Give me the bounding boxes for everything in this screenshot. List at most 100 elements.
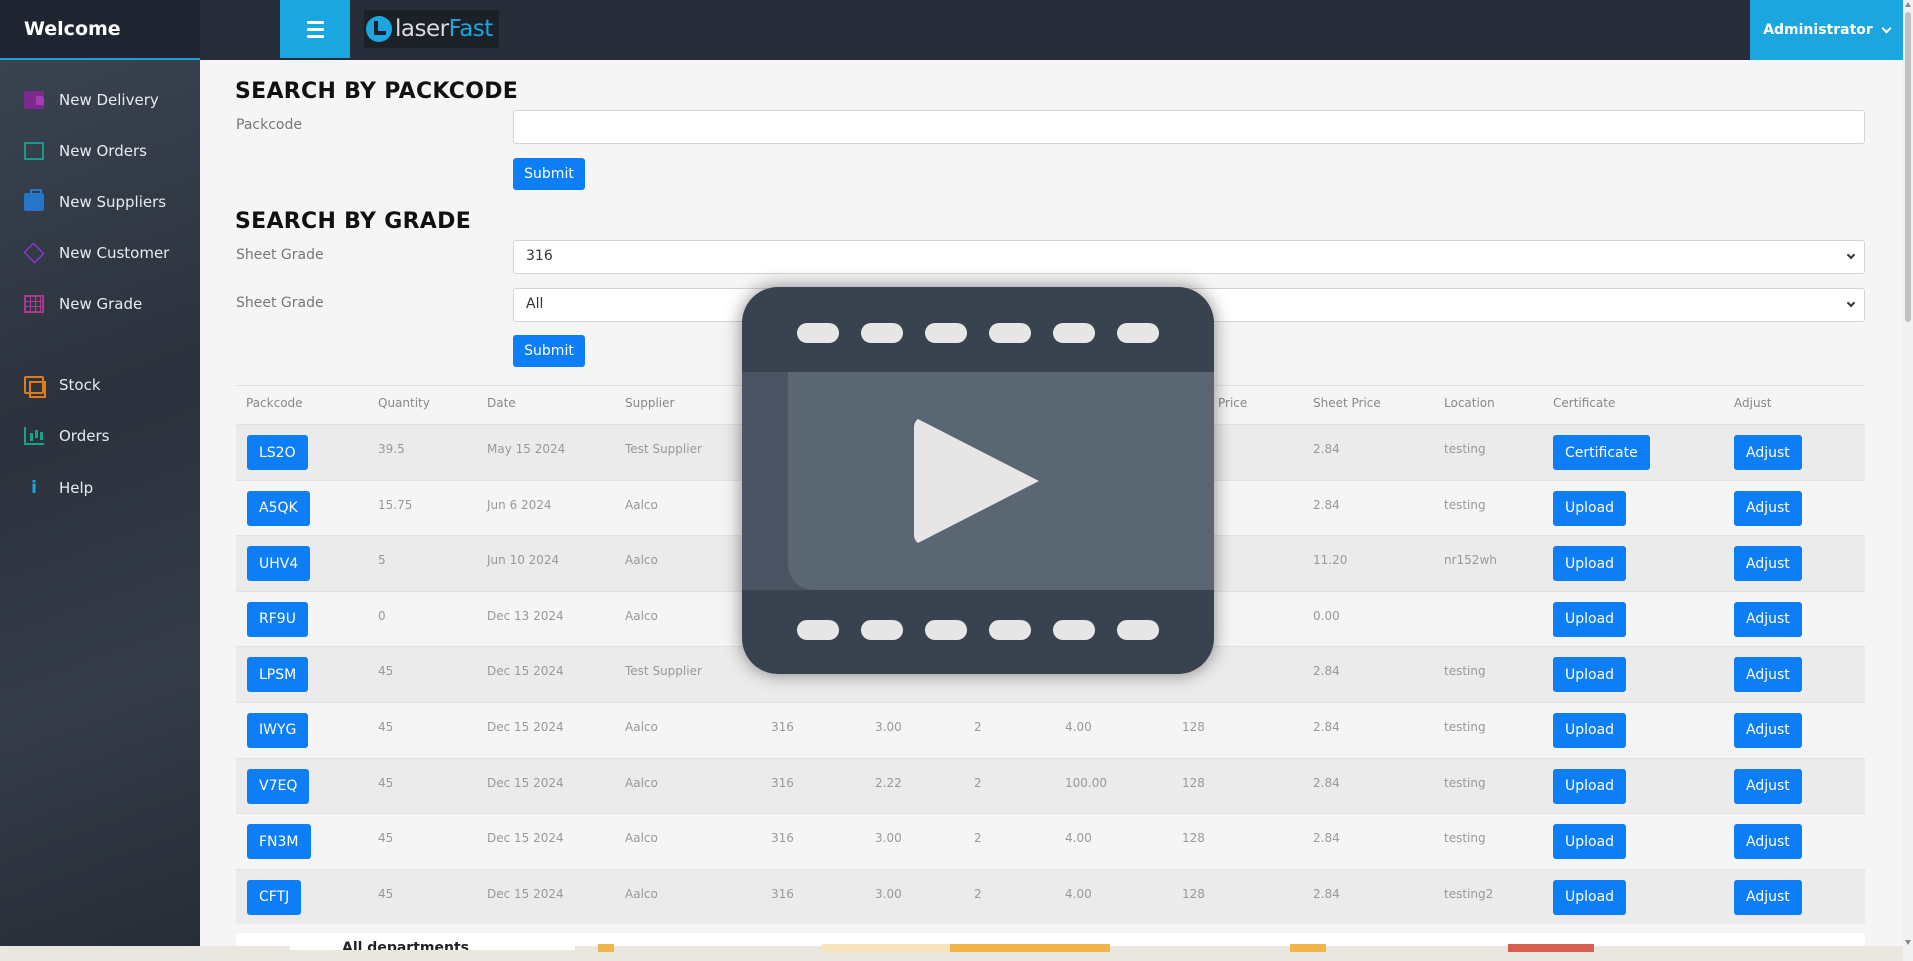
cell-quantity: 45: [378, 775, 394, 790]
app-logo[interactable]: laserFast: [364, 10, 499, 48]
cell-grade: 316: [771, 775, 794, 790]
user-menu-button[interactable]: Administrator: [1750, 0, 1903, 60]
user-name: Administrator: [1763, 22, 1873, 38]
packcode-button[interactable]: RF9U: [247, 601, 308, 637]
cell-supplier: Test Supplier: [625, 442, 702, 456]
adjust-button[interactable]: Adjust: [1734, 435, 1802, 470]
sidebar-item-new-delivery[interactable]: New Delivery: [24, 91, 159, 109]
cell-date: Dec 15 2024: [487, 775, 564, 790]
cell-qty2: 2: [974, 886, 982, 901]
cell-location: testing: [1444, 442, 1486, 456]
certificate-button[interactable]: Upload: [1553, 768, 1627, 804]
bottom-bar-segment: [950, 944, 1110, 952]
cell-date: Jun 6 2024: [487, 497, 552, 512]
sidebar-item-help[interactable]: i Help: [24, 478, 93, 498]
cell-location: nr152wh: [1444, 553, 1497, 568]
logo-text-b: Fast: [448, 16, 494, 42]
certificate-button[interactable]: Upload: [1553, 712, 1627, 748]
cell-qty2: 2: [974, 775, 982, 790]
sheet-grade-label-2: Sheet Grade: [236, 295, 324, 311]
cell-supplier: Aalco: [625, 886, 658, 901]
packcode-input[interactable]: [513, 110, 1865, 144]
packcode-button[interactable]: A5QK: [247, 490, 310, 526]
scroll-up-icon[interactable]: [1905, 2, 1911, 7]
sidebar-item-new-grade[interactable]: New Grade: [24, 295, 142, 313]
col-packcode: Packcode: [246, 396, 303, 410]
menu-toggle-button[interactable]: [280, 0, 350, 58]
sidebar-item-new-customer[interactable]: New Customer: [23, 242, 169, 264]
cell-sheet-price: 2.84: [1313, 497, 1340, 512]
cell-length: 128: [1182, 775, 1205, 790]
cell-length: 128: [1182, 886, 1205, 901]
welcome-title: Welcome: [0, 0, 200, 60]
certificate-button[interactable]: Upload: [1553, 601, 1627, 637]
cell-location: testing2: [1444, 886, 1494, 901]
cell-quantity: 45: [378, 664, 394, 679]
scrollbar-thumb[interactable]: [1905, 12, 1911, 322]
packcode-button[interactable]: LS2O: [247, 435, 308, 470]
adjust-button[interactable]: Adjust: [1734, 546, 1802, 582]
departments-label: All departments: [290, 940, 575, 950]
table-row: CFTJ 45 Dec 15 2024 Aalco 316 3.00 2 4.00 128 2.8…: [236, 868, 1865, 925]
adjust-button[interactable]: Adjust: [1734, 879, 1802, 915]
adjust-button[interactable]: Adjust: [1734, 490, 1802, 526]
cell-date: Dec 15 2024: [487, 664, 564, 679]
packcode-button[interactable]: UHV4: [247, 546, 311, 582]
sheet-grade-select[interactable]: 316: [513, 240, 1865, 274]
table-row: V7EQ 45 Dec 15 2024 Aalco 316 2.22 2 100.00 128 2…: [236, 757, 1865, 814]
sidebar-item-stock[interactable]: Stock: [24, 376, 101, 398]
col-supplier: Supplier: [625, 396, 675, 410]
cell-date: Dec 15 2024: [487, 719, 564, 734]
packcode-submit-button[interactable]: Submit: [513, 158, 585, 190]
certificate-button[interactable]: Upload: [1553, 546, 1627, 582]
cell-quantity: 5: [378, 553, 386, 568]
cell-date: May 15 2024: [487, 442, 566, 456]
cell-qty2: 2: [974, 831, 982, 846]
certificate-button[interactable]: Upload: [1553, 490, 1627, 526]
packcode-button[interactable]: CFTJ: [247, 879, 302, 915]
scroll-down-icon[interactable]: [1905, 940, 1911, 945]
cell-location: testing: [1444, 497, 1486, 512]
bottom-bar-segment: [1290, 944, 1326, 952]
certificate-button[interactable]: Upload: [1553, 824, 1627, 860]
packcode-button[interactable]: V7EQ: [247, 768, 310, 804]
cell-supplier: Aalco: [625, 497, 658, 512]
adjust-button[interactable]: Adjust: [1734, 824, 1802, 860]
sidebar-item-new-orders[interactable]: New Orders: [24, 142, 147, 160]
col-adjust: Adjust: [1734, 396, 1772, 410]
sidebar-item-label: Stock: [59, 376, 101, 394]
chevron-down-icon: [1881, 23, 1892, 33]
packcode-label: Packcode: [236, 117, 302, 133]
cell-thickness: 3.00: [875, 886, 902, 901]
adjust-button[interactable]: Adjust: [1734, 657, 1802, 693]
cell-location: testing: [1444, 719, 1486, 734]
adjust-button[interactable]: Adjust: [1734, 712, 1802, 748]
sidebar-item-label: Orders: [59, 427, 110, 445]
packcode-button[interactable]: FN3M: [247, 824, 311, 860]
briefcase-icon: [24, 189, 44, 211]
sidebar-item-label: New Delivery: [59, 91, 159, 109]
cell-qty2: 2: [974, 719, 982, 734]
video-play-overlay[interactable]: [742, 287, 1214, 674]
certificate-button[interactable]: Upload: [1553, 879, 1627, 915]
diamond-icon: [23, 242, 45, 264]
logo-text-a: laser: [395, 16, 449, 42]
cell-date: Dec 15 2024: [487, 886, 564, 901]
sheet-grade-label: Sheet Grade: [236, 247, 324, 263]
adjust-button[interactable]: Adjust: [1734, 768, 1802, 804]
sidebar-item-orders[interactable]: Orders: [24, 427, 109, 445]
cell-width: 4.00: [1065, 886, 1092, 901]
certificate-button[interactable]: Certificate: [1553, 435, 1650, 470]
adjust-button[interactable]: Adjust: [1734, 601, 1802, 637]
packcode-button[interactable]: IWYG: [247, 712, 309, 748]
packcode-button[interactable]: LPSM: [247, 657, 309, 693]
packcode-search-title: SEARCH BY PACKCODE: [235, 79, 519, 104]
grade-submit-button[interactable]: Submit: [513, 335, 585, 367]
cell-width: 100.00: [1065, 775, 1107, 790]
sidebar-item-new-suppliers[interactable]: New Suppliers: [24, 189, 166, 211]
certificate-button[interactable]: Upload: [1553, 657, 1627, 693]
cell-quantity: 0: [378, 608, 386, 623]
grid-icon: [24, 295, 44, 313]
cell-quantity: 39.5: [378, 442, 405, 456]
cell-sheet-price: 2.84: [1313, 442, 1340, 456]
